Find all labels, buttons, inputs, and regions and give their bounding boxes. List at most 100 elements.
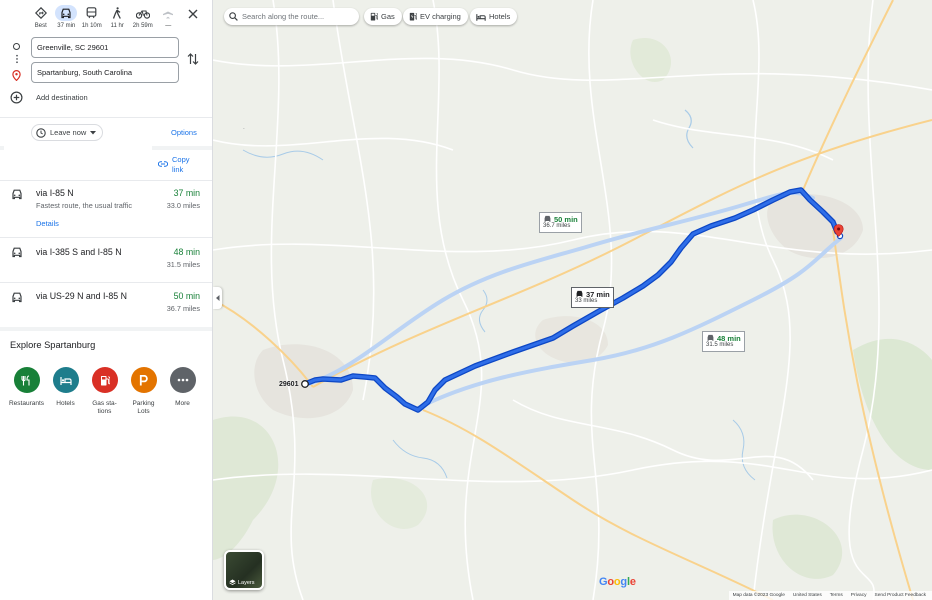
leave-now-dropdown[interactable]: Leave now (31, 124, 104, 141)
route-callout-alt-50[interactable]: 50 min 36.7 miles (539, 212, 582, 233)
category-label: Parking Lots (125, 400, 163, 416)
car-icon (55, 5, 78, 21)
category-label-line: Parking (132, 400, 155, 407)
route-callout-alt-48[interactable]: 48 min 31.5 miles (702, 331, 745, 352)
bike-icon (132, 5, 154, 21)
route-via: via I-85 N (36, 188, 74, 198)
category-label-line: Lots (137, 408, 150, 415)
mode-cycling-label: 2h 59m (132, 23, 153, 29)
mode-best-label: Best (34, 23, 47, 29)
route-option-3[interactable]: via US-29 N and I-85 N 50 min 36.7 miles (0, 283, 212, 327)
restaurant-icon (13, 367, 40, 393)
options-button[interactable]: Options (171, 128, 197, 137)
category-label: Restaurants (8, 400, 45, 407)
travel-mode-bar: Best 37 min 1h 10m 11 hr 2h 59m — (28, 5, 181, 29)
more-icon (169, 367, 196, 393)
route-distance: 36.7 miles (166, 304, 200, 313)
route-subtitle: Fastest route, the usual traffic (36, 201, 132, 210)
category-hotels[interactable]: Hotels (46, 367, 85, 416)
route-callout-main-37[interactable]: 37 min 33 miles (571, 287, 614, 308)
copy-link-label-1: Copy (172, 155, 190, 164)
close-directions-button[interactable] (186, 7, 200, 21)
destination-pin-icon (12, 68, 21, 86)
collapse-panel-button[interactable] (213, 287, 222, 309)
category-label: Hotels (56, 400, 75, 407)
origin-zip-label: 29601 (279, 381, 299, 388)
hotel-icon (476, 13, 486, 21)
mode-best[interactable]: Best (28, 5, 54, 29)
category-more[interactable]: More (163, 367, 202, 416)
chip-label: Hotels (489, 12, 511, 21)
route-option-2[interactable]: via I-385 S and I-85 N 48 min 31.5 miles (0, 238, 212, 282)
plane-icon (157, 5, 179, 21)
privacy-link[interactable]: Privacy (851, 593, 867, 598)
close-icon (188, 9, 198, 19)
mode-transit-label: 1h 10m (81, 23, 102, 29)
route-distance: 33.0 miles (166, 201, 200, 210)
car-icon (12, 292, 22, 303)
search-along-route-input[interactable]: Search along the route... (224, 8, 359, 25)
category-label: Gas sta-tions (86, 400, 124, 416)
origin-input[interactable]: Greenville, SC 29601 (31, 37, 179, 58)
swap-waypoints-button[interactable] (187, 52, 199, 71)
mode-transit[interactable]: 1h 10m (79, 5, 105, 29)
chip-hotels[interactable]: Hotels (470, 8, 518, 25)
chip-ev-charging[interactable]: EV charging (403, 8, 468, 25)
route-via: via US-29 N and I-85 N (36, 291, 127, 301)
mode-cycling[interactable]: 2h 59m (130, 5, 156, 29)
origin-dot-icon (13, 43, 20, 50)
search-icon (229, 12, 238, 21)
tab-underline-left (0, 146, 4, 150)
region-link[interactable]: United States (793, 593, 822, 598)
map-canvas[interactable]: · Search along the route... Gas EV charg… (213, 0, 932, 600)
route-time: 48 min (173, 247, 200, 257)
callout-time: 48 min (717, 333, 741, 343)
category-gas-stations[interactable]: Gas sta-tions (85, 367, 124, 416)
category-restaurants[interactable]: Restaurants (7, 367, 46, 416)
train-icon (81, 5, 103, 21)
google-logo: Google (599, 576, 636, 588)
category-label: More (175, 400, 190, 407)
clock-icon (36, 127, 46, 138)
walk-icon (106, 5, 128, 21)
mode-walking[interactable]: 11 hr (105, 5, 131, 29)
callout-time: 50 min (554, 214, 578, 224)
tab-underline-right (152, 146, 212, 150)
add-circle-icon (10, 91, 23, 104)
route-details-link[interactable]: Details (36, 219, 59, 228)
destination-input[interactable]: Spartanburg, South Carolina (31, 62, 179, 83)
mode-driving-label: 37 min (57, 23, 76, 29)
explore-categories: Restaurants Hotels Gas sta-tions Parking… (7, 367, 202, 416)
chip-gas[interactable]: Gas (364, 8, 402, 25)
callout-distance: 36.7 miles (543, 223, 571, 229)
route-option-1[interactable]: via I-85 N Fastest route, the usual traf… (0, 181, 212, 237)
gas-station-icon (370, 12, 378, 21)
copy-link-label-2: link (172, 165, 184, 174)
explore-title: Explore Spartanburg (10, 340, 96, 350)
layers-icon (229, 579, 236, 586)
layers-button[interactable]: Layers (224, 550, 264, 590)
directions-panel: Best 37 min 1h 10m 11 hr 2h 59m — Greenv… (0, 0, 213, 600)
callout-time: 37 min (586, 289, 610, 299)
add-destination-label: Add destination (36, 93, 88, 102)
mode-walking-label: 11 hr (110, 23, 124, 29)
leave-now-label: Leave now (50, 128, 87, 137)
search-placeholder: Search along the route... (242, 12, 325, 21)
link-icon (158, 161, 168, 167)
divider (0, 117, 212, 118)
car-icon (12, 189, 22, 200)
diamond-directions-icon (30, 5, 52, 21)
parking-icon (130, 367, 157, 393)
ev-charging-icon (409, 12, 417, 21)
category-label-line: Gas sta- (92, 400, 117, 407)
mode-flight[interactable]: — (156, 5, 182, 29)
car-icon (576, 290, 583, 297)
terms-link[interactable]: Terms (830, 593, 843, 598)
gas-station-icon (91, 367, 118, 393)
category-parking[interactable]: Parking Lots (124, 367, 163, 416)
callout-distance: 33 miles (575, 298, 598, 304)
copy-link-button[interactable]: Copy link (158, 155, 190, 175)
send-feedback-link[interactable]: Send Product Feedback (875, 593, 926, 598)
mode-driving[interactable]: 37 min (54, 5, 80, 29)
add-destination-button[interactable]: Add destination (10, 91, 88, 104)
